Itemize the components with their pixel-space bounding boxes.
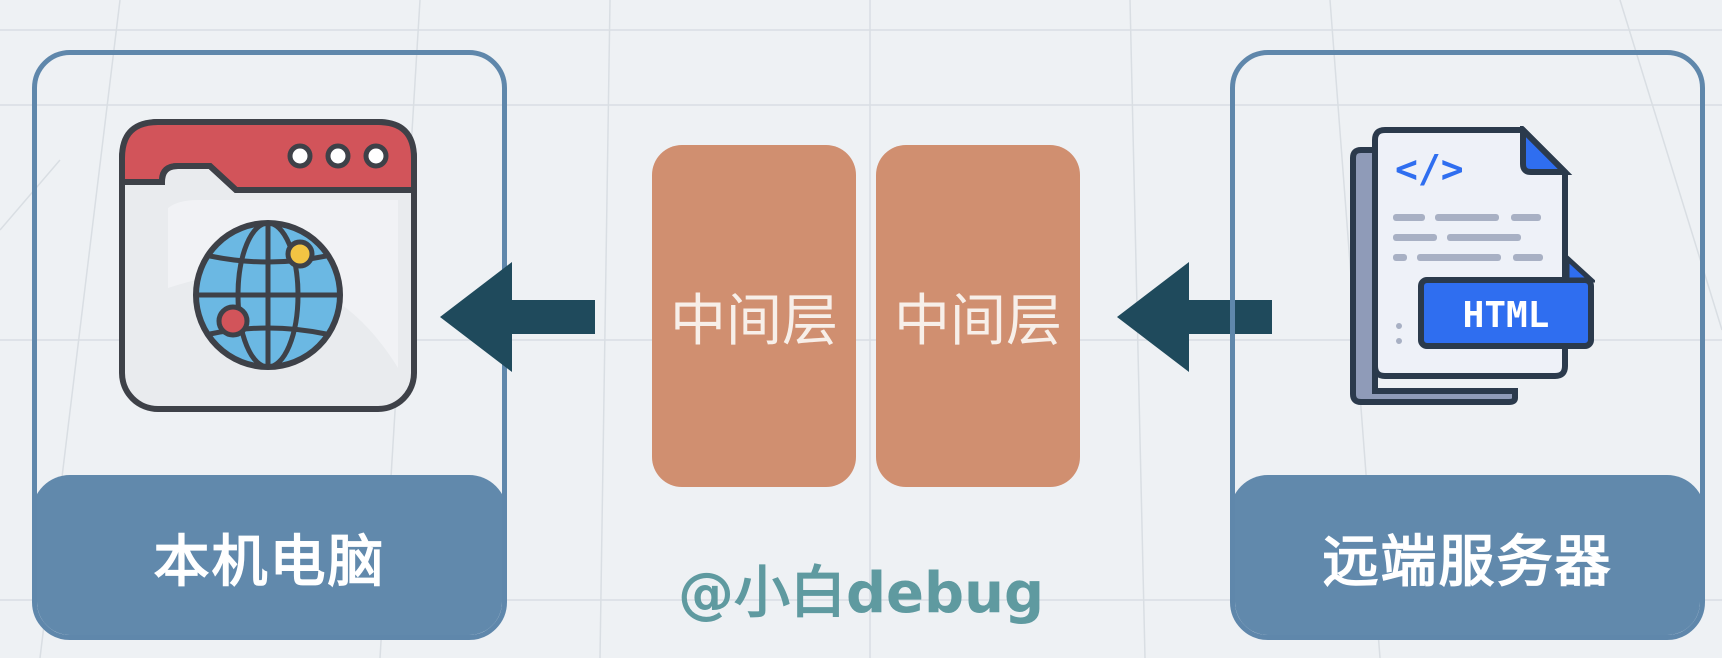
arrow-to-local-icon	[440, 262, 595, 372]
html-file-icon: </> HTML	[1345, 122, 1598, 410]
code-tag-text: </>	[1395, 147, 1464, 191]
middle-layer-box: 中间层	[876, 145, 1080, 487]
middle-layer-box: 中间层	[652, 145, 856, 487]
watermark: @小白debug	[677, 561, 1045, 626]
html-badge-text: HTML	[1463, 295, 1550, 336]
middle-layer-label: 中间层	[894, 288, 1062, 354]
browser-globe-icon	[118, 118, 418, 417]
middle-layer-label: 中间层	[670, 288, 838, 354]
